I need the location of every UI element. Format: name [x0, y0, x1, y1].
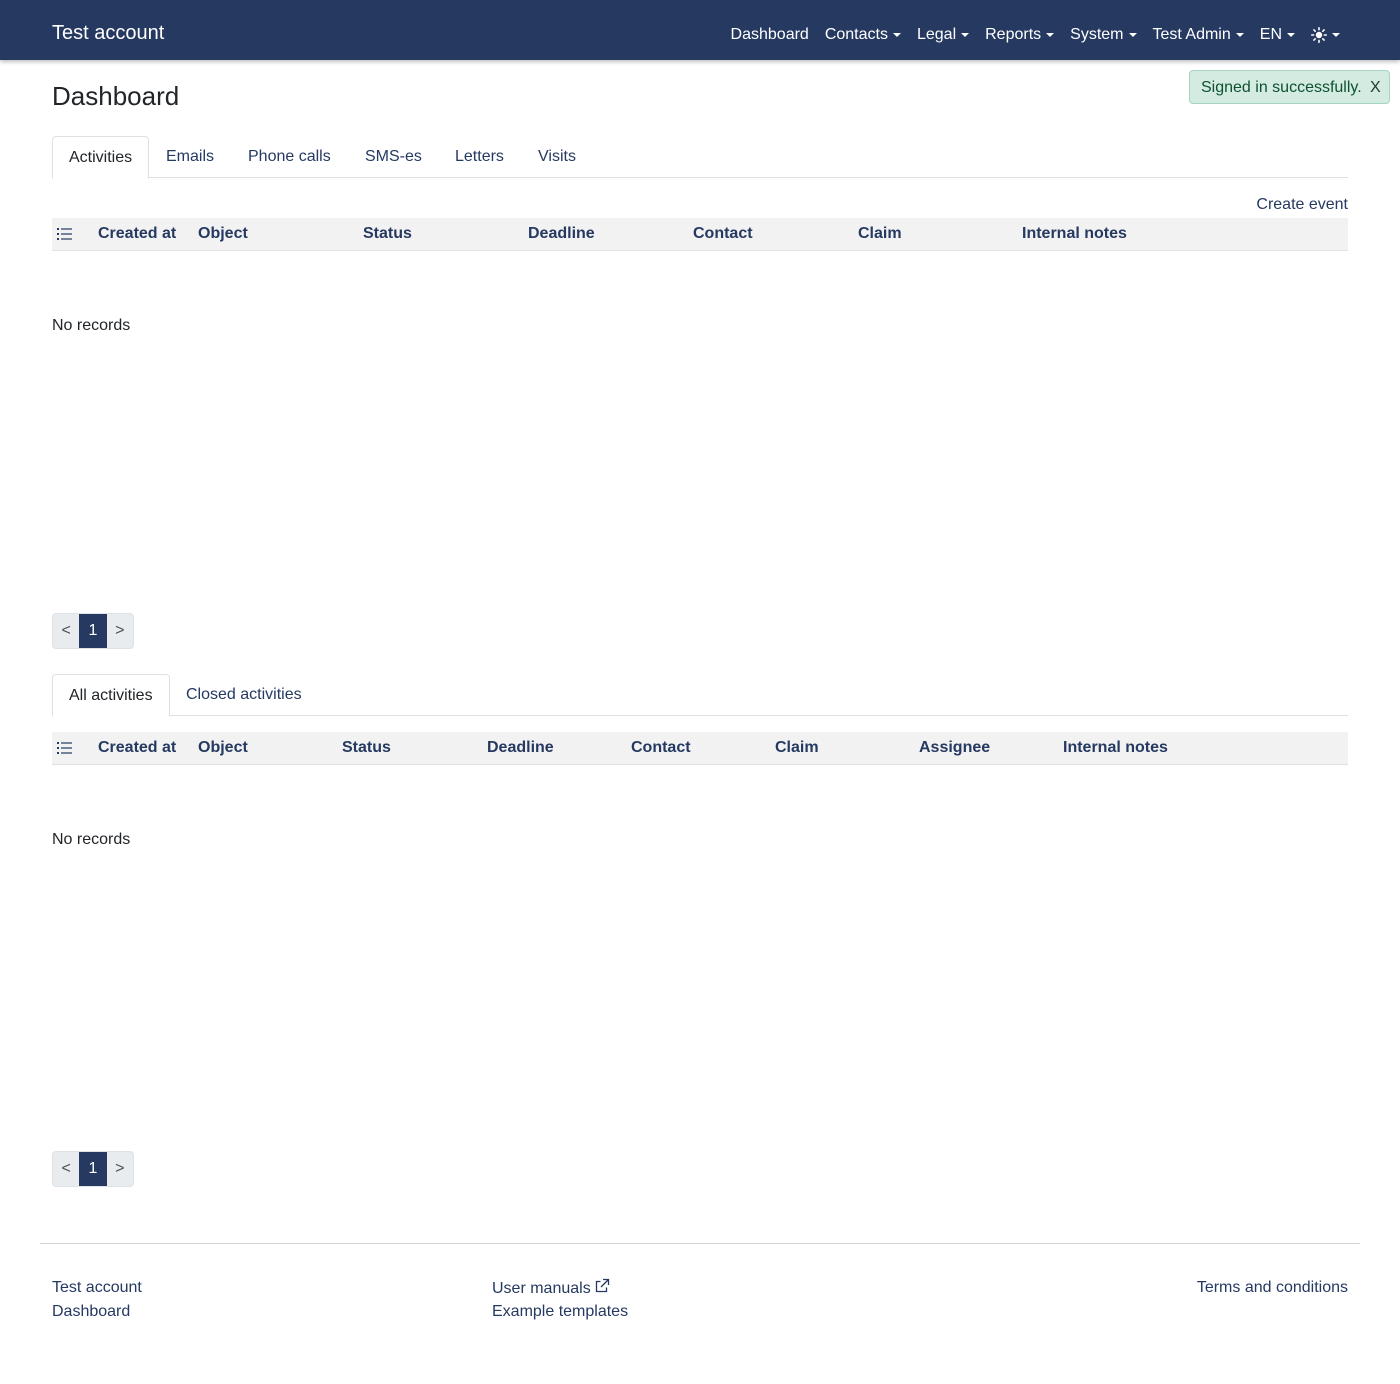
pagination-next-button[interactable]: >: [107, 1152, 133, 1186]
nav-legal-dropdown[interactable]: Legal: [916, 24, 970, 46]
pagination-prev-button[interactable]: <: [53, 1152, 79, 1186]
col-status[interactable]: Status: [363, 225, 412, 243]
pagination-page-1[interactable]: 1: [79, 1152, 107, 1186]
activities-table-header: Created at Object Status Deadline Contac…: [52, 732, 1348, 765]
nav-reports-label: Reports: [985, 26, 1042, 43]
caret-down-icon: [961, 33, 970, 37]
nav-language-dropdown[interactable]: EN: [1260, 24, 1295, 46]
nav-system-dropdown[interactable]: System: [1070, 24, 1137, 46]
caret-down-icon: [1332, 33, 1340, 37]
activities-tabs: All activities Closed activities: [52, 674, 1348, 717]
col-assignee[interactable]: Assignee: [919, 739, 990, 757]
caret-down-icon: [1046, 33, 1055, 37]
col-internal-notes[interactable]: Internal notes: [1022, 225, 1127, 243]
page-title: Dashboard: [52, 81, 180, 111]
caret-down-icon: [1287, 33, 1295, 37]
footer-link-terms[interactable]: Terms and conditions: [1197, 1278, 1348, 1298]
column-list-icon[interactable]: [57, 227, 73, 241]
nav-theme-dropdown[interactable]: [1311, 27, 1340, 43]
tab-phone-calls[interactable]: Phone calls: [232, 136, 347, 178]
col-internal-notes[interactable]: Internal notes: [1063, 739, 1168, 757]
col-contact[interactable]: Contact: [693, 225, 753, 243]
col-created-at[interactable]: Created at: [98, 225, 176, 243]
col-created-at[interactable]: Created at: [98, 739, 176, 757]
tab-all-activities[interactable]: All activities: [52, 674, 170, 717]
nav-dashboard-label: Dashboard: [730, 26, 809, 43]
pagination-next-button[interactable]: >: [107, 614, 133, 648]
pagination-page-1[interactable]: 1: [79, 614, 107, 648]
footer-link-test-account[interactable]: Test account: [52, 1278, 142, 1298]
tab-emails[interactable]: Emails: [150, 136, 230, 178]
activities-empty-message: No records: [52, 831, 131, 848]
tab-closed-activities[interactable]: Closed activities: [170, 674, 318, 716]
nav-menu: Dashboard Contacts Legal Reports System …: [715, 24, 1340, 46]
column-list-icon[interactable]: [57, 741, 73, 755]
create-event-link[interactable]: Create event: [1256, 196, 1348, 214]
brand-link[interactable]: Test account: [52, 21, 164, 45]
col-status[interactable]: Status: [342, 739, 391, 757]
events-table-header: Created at Object Status Deadline Contac…: [52, 218, 1348, 251]
success-toast: Signed in successfully. X: [1189, 70, 1390, 104]
nav-contacts-label: Contacts: [824, 26, 888, 43]
nav-user-dropdown[interactable]: Test Admin: [1153, 24, 1244, 46]
events-empty-message: No records: [52, 317, 131, 334]
footer-link-example-templates[interactable]: Example templates: [492, 1302, 628, 1322]
tab-sms-es[interactable]: SMS-es: [349, 136, 438, 178]
user-manuals-label: User manuals: [492, 1280, 591, 1297]
tab-letters[interactable]: Letters: [439, 136, 520, 178]
toast-close-button[interactable]: X: [1370, 79, 1381, 97]
nav-dashboard[interactable]: Dashboard: [731, 24, 809, 46]
activities-pagination: < 1 >: [52, 1151, 134, 1187]
tab-visits[interactable]: Visits: [522, 136, 592, 178]
footer-link-user-manuals[interactable]: User manuals: [492, 1278, 610, 1299]
caret-down-icon: [892, 33, 901, 37]
nav-system-label: System: [1070, 26, 1124, 43]
events-tabs: Activities Emails Phone calls SMS-es Let…: [52, 136, 1348, 179]
col-contact[interactable]: Contact: [631, 739, 691, 757]
sun-icon: [1311, 27, 1327, 43]
caret-down-icon: [1235, 33, 1244, 37]
footer-divider: [40, 1243, 1360, 1244]
col-deadline[interactable]: Deadline: [528, 225, 595, 243]
tab-activities[interactable]: Activities: [52, 136, 150, 179]
toast-message: Signed in successfully.: [1201, 79, 1362, 96]
col-object[interactable]: Object: [198, 225, 248, 243]
col-deadline[interactable]: Deadline: [487, 739, 554, 757]
col-claim[interactable]: Claim: [858, 225, 902, 243]
nav-contacts-dropdown[interactable]: Contacts: [825, 24, 901, 46]
top-navbar: Test account Dashboard Contacts Legal Re…: [0, 0, 1400, 60]
nav-reports-dropdown[interactable]: Reports: [985, 24, 1055, 46]
nav-language-label: EN: [1259, 26, 1282, 43]
col-object[interactable]: Object: [198, 739, 248, 757]
external-link-icon: [595, 1278, 609, 1293]
events-pagination: < 1 >: [52, 613, 134, 649]
footer-link-dashboard[interactable]: Dashboard: [52, 1302, 130, 1322]
nav-legal-label: Legal: [916, 26, 957, 43]
caret-down-icon: [1128, 33, 1137, 37]
nav-user-label: Test Admin: [1152, 26, 1231, 43]
pagination-prev-button[interactable]: <: [53, 614, 79, 648]
col-claim[interactable]: Claim: [775, 739, 819, 757]
